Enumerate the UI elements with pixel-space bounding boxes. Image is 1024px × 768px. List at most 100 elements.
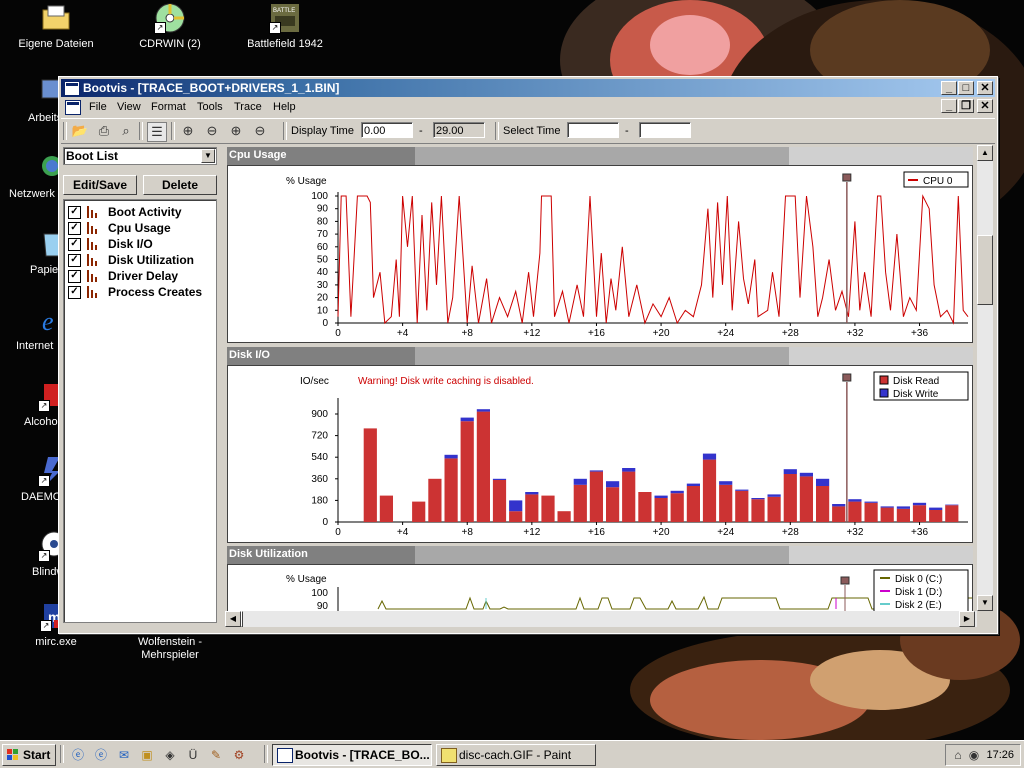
vertical-scrollbar[interactable]: ▲ ▼ — [977, 145, 993, 611]
menu-trace[interactable]: Trace — [234, 101, 262, 113]
volume-tray-icon[interactable]: ◉ — [966, 747, 982, 763]
boot-list-combo[interactable]: Boot List ▼ — [63, 147, 217, 165]
disk-read-bar — [880, 507, 894, 522]
checkbox[interactable]: ✓ — [68, 206, 81, 219]
edit-save-button[interactable]: Edit/Save — [63, 175, 137, 195]
disk-read-bar — [460, 421, 474, 522]
disk-io-plot[interactable]: IO/sec Warning! Disk write caching is di… — [227, 365, 973, 543]
menu-view[interactable]: View — [117, 101, 141, 113]
desktop-icon-label: Blindw — [32, 566, 65, 578]
desktop-icon-eigene-dateien[interactable]: Eigene Dateien — [8, 2, 104, 51]
window-titlebar[interactable]: Bootvis - [TRACE_BOOT+DRIVERS_1_1.BIN] _… — [61, 79, 995, 97]
folder-quicklaunch-icon[interactable]: ▣ — [139, 747, 155, 763]
desktop-icon-alcohol[interactable]: ↗ Alcohol — [0, 380, 64, 429]
zoom-out-icon[interactable]: ⊖ — [203, 122, 221, 140]
start-button[interactable]: Start — [2, 744, 56, 766]
desktop-icon-battlefield[interactable]: BATTLE ↗ Battlefield 1942 — [237, 2, 333, 51]
delete-button[interactable]: Delete — [143, 175, 217, 195]
zoom-in-selection-icon[interactable]: ⊕ — [227, 122, 245, 140]
desktop-icon-daemon[interactable]: ↗ DAEMO — [0, 455, 61, 504]
desktop-icon-blindwrite[interactable]: ↗ Blindw — [0, 530, 67, 579]
zoom-in-icon[interactable]: ⊕ — [179, 122, 197, 140]
print-icon[interactable]: ⎙ — [95, 122, 113, 140]
open-folder-icon[interactable]: 📂 — [71, 122, 89, 140]
menu-file[interactable]: File — [89, 101, 107, 113]
scroll-left-icon[interactable]: ◀ — [225, 611, 241, 627]
scroll-right-icon[interactable]: ▶ — [959, 611, 975, 627]
disk-write-bar — [525, 492, 539, 495]
select-time-label: Select Time — [503, 125, 561, 137]
checkbox[interactable]: ✓ — [68, 254, 81, 267]
menu-format[interactable]: Format — [151, 101, 186, 113]
util-ylabel: % Usage — [286, 574, 327, 585]
horizontal-scrollbar[interactable]: ◀ ▶ — [225, 611, 977, 627]
cpu-usage-plot[interactable]: % Usage 0 10 20 30 40 50 60 70 80 90 100 0 +4 +8 +12 +1… — [227, 165, 973, 343]
network-tray-icon[interactable]: ⌂ — [950, 747, 966, 763]
document-icon[interactable] — [65, 100, 81, 115]
print-preview-icon[interactable]: ⌕ — [117, 122, 135, 140]
menu-help[interactable]: Help — [273, 101, 296, 113]
disk-io-header[interactable]: Disk I/O — [227, 347, 973, 365]
disk-utilization-plot[interactable]: % Usage 100 90 Disk 0 (C:) Disk 1 (D:) D… — [227, 564, 973, 611]
disk-read-bar — [719, 484, 733, 522]
mail-quicklaunch-icon[interactable]: ✉ — [116, 747, 132, 763]
doc-restore-button[interactable]: ❐ — [958, 99, 974, 113]
checkbox[interactable]: ✓ — [68, 270, 81, 283]
tool-quicklaunch-icon[interactable]: ✎ — [208, 747, 224, 763]
svg-text:e: e — [42, 307, 54, 336]
display-time-from-input[interactable]: 0.00 — [361, 122, 413, 138]
disk2-legend-label: Disk 2 (E:) — [895, 600, 942, 611]
checkbox[interactable]: ✓ — [68, 222, 81, 235]
desktop-icon-label: Eigene Dateien — [18, 38, 94, 50]
maximize-button[interactable]: □ — [958, 81, 974, 95]
list-item-boot-activity[interactable]: ✓ Boot Activity — [68, 204, 214, 220]
desktop-icon-papierkorb[interactable]: Papier — [0, 228, 63, 277]
browser-quicklaunch-icon[interactable]: ⓔ — [93, 747, 109, 763]
list-item-disk-io[interactable]: ✓ Disk I/O — [68, 236, 214, 252]
menu-tools[interactable]: Tools — [197, 101, 223, 113]
disk-xtick-label: +16 — [588, 527, 605, 538]
scroll-up-icon[interactable]: ▲ — [977, 145, 993, 161]
disk-time-marker-handle[interactable] — [842, 373, 852, 382]
list-item-process-creates[interactable]: ✓ Process Creates — [68, 284, 214, 300]
list-view-icon[interactable]: ☰ — [147, 122, 167, 142]
app-quicklaunch-icon[interactable]: ⚙ — [231, 747, 247, 763]
scroll-down-icon[interactable]: ▼ — [977, 595, 993, 611]
doc-close-button[interactable]: ✕ — [977, 99, 993, 113]
close-button[interactable]: ✕ — [977, 81, 993, 95]
disk-utilization-header[interactable]: Disk Utilization — [227, 546, 973, 564]
desktop-icon-internet[interactable]: e Internet — [0, 304, 60, 353]
disk-read-bar — [444, 458, 458, 522]
disk-ytick-label: 180 — [311, 495, 328, 506]
zoom-reset-icon[interactable]: ⊖ — [251, 122, 269, 140]
task-paint[interactable]: disc-cach.GIF - Paint — [436, 744, 596, 766]
disk-write-bar — [799, 472, 813, 477]
desktop-icon-netzwerk[interactable]: Netzwerk — [0, 152, 62, 201]
select-time-to-input[interactable] — [639, 122, 691, 138]
list-item-driver-delay[interactable]: ✓ Driver Delay — [68, 268, 214, 284]
cpu-usage-header[interactable]: Cpu Usage — [227, 147, 973, 165]
disk-read-bar — [606, 487, 620, 522]
task-bootvis[interactable]: Bootvis - [TRACE_BO... — [272, 744, 432, 766]
unreal-quicklaunch-icon[interactable]: Ü — [185, 747, 201, 763]
list-item-cpu-usage[interactable]: ✓ Cpu Usage — [68, 220, 214, 236]
disk-write-bar — [929, 507, 943, 510]
minimize-button[interactable]: _ — [941, 81, 957, 95]
desktop-icon-arbeitsplatz[interactable]: Arbeits — [0, 76, 67, 125]
desktop-icon-cdrwin[interactable]: ↗ CDRWIN (2) — [122, 2, 218, 51]
checkbox[interactable]: ✓ — [68, 286, 81, 299]
chevron-down-icon[interactable]: ▼ — [201, 149, 215, 163]
game-quicklaunch-icon[interactable]: ◈ — [162, 747, 178, 763]
display-time-to-input[interactable]: 29.00 — [433, 122, 485, 138]
cpu-time-marker-handle[interactable] — [842, 173, 852, 182]
checkbox[interactable]: ✓ — [68, 238, 81, 251]
ie-quicklaunch-icon[interactable]: ⓔ — [70, 747, 86, 763]
scrollbar-thumb[interactable] — [977, 235, 993, 305]
cpu-ylabel: % Usage — [286, 176, 327, 187]
scrollbar-thumb-horizontal[interactable] — [241, 611, 243, 627]
select-time-from-input[interactable] — [567, 122, 619, 138]
list-item-disk-utilization[interactable]: ✓ Disk Utilization — [68, 252, 214, 268]
util-time-marker-handle[interactable] — [840, 576, 850, 585]
doc-minimize-button[interactable]: _ — [941, 99, 957, 113]
disk-read-bar — [622, 471, 636, 522]
